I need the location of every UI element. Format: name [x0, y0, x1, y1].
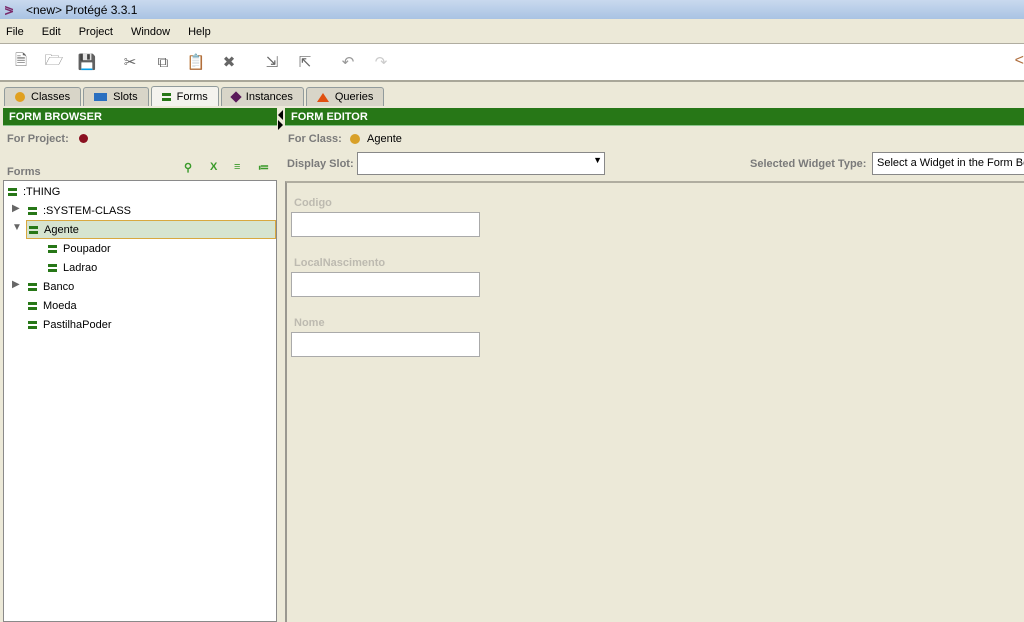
for-project-label: For Project: [7, 133, 69, 145]
undo-icon[interactable]: ↶ [337, 51, 359, 73]
class-icon [350, 134, 360, 144]
tree-item-thing[interactable]: :THING [8, 182, 60, 201]
form-editor-header: FORM EDITOR [285, 108, 1024, 126]
expand-arrow-icon[interactable]: ▶ [12, 279, 20, 290]
forms-label: Forms [7, 166, 41, 178]
remove-customizations-icon[interactable]: X [210, 161, 217, 173]
redo-icon[interactable]: ↷ [370, 51, 392, 73]
localnascimento-field[interactable] [291, 272, 480, 297]
menu-file[interactable]: File [6, 26, 24, 38]
nome-field[interactable] [291, 332, 480, 357]
widget-type-label: Selected Widget Type: [750, 158, 867, 170]
save-icon[interactable]: 💾 [76, 51, 98, 73]
chevron-down-icon: ▼ [593, 155, 602, 165]
for-class-value: Agente [367, 133, 402, 145]
field-label-codigo: Codigo [294, 197, 332, 209]
tree-item-system-class[interactable]: :SYSTEM-CLASS [28, 201, 131, 220]
slot-icon [94, 93, 108, 101]
form-tree: :THING ▶ :SYSTEM-CLASS ▼ Agente Poupador… [3, 180, 277, 622]
tree-item-ladrao[interactable]: Ladrao [48, 258, 97, 277]
form-browser-panel: FORM BROWSER For Project: Forms ⚲ X ≡ ≔ … [3, 108, 277, 622]
import-icon[interactable]: ⇲ [261, 51, 283, 73]
cut-icon[interactable]: ✂ [119, 51, 141, 73]
form-icon [8, 187, 17, 196]
toolbar: 🗎 🗁 💾 ✂ ⧉ 📋 ✖ ⇲ ⇱ ↶ ↷ < [0, 43, 1024, 82]
tab-forms[interactable]: Forms [150, 86, 219, 106]
menu-project[interactable]: Project [79, 26, 113, 38]
form-browser-header: FORM BROWSER [3, 108, 277, 126]
menu-help[interactable]: Help [188, 26, 211, 38]
form-icon [28, 282, 37, 291]
form-icon [48, 263, 57, 272]
tree-item-banco[interactable]: Banco [28, 277, 74, 296]
display-slot-select[interactable]: ▼ [357, 152, 605, 175]
widget-type-field: Select a Widget in the Form Be [872, 152, 1024, 175]
tree-item-poupador[interactable]: Poupador [48, 239, 111, 258]
instance-icon [230, 91, 242, 103]
tab-queries[interactable]: Queries [305, 87, 385, 106]
form-icon [28, 206, 37, 215]
form-icon [28, 301, 37, 310]
new-file-icon[interactable]: 🗎 [10, 51, 32, 73]
protege-diamond-icon: < [1014, 52, 1024, 69]
form-icon [29, 225, 38, 234]
menu-window[interactable]: Window [131, 26, 170, 38]
relayout-icon[interactable]: ≡ [234, 161, 240, 173]
menu-bar: File Edit Project Window Help [0, 20, 1024, 43]
form-icon [28, 320, 37, 329]
form-icon [161, 92, 171, 101]
tree-item-moeda[interactable]: Moeda [28, 296, 77, 315]
tab-bar: Classes Slots Forms Instances Queries [4, 86, 386, 106]
export-icon[interactable]: ⇱ [294, 51, 316, 73]
copy-icon[interactable]: ⧉ [152, 51, 174, 73]
find-form-icon[interactable]: ⚲ [184, 161, 192, 174]
collapse-arrow-icon[interactable]: ▼ [12, 222, 22, 233]
window-title: <new> Protégé 3.3.1 [26, 2, 138, 17]
field-label-localnascimento: LocalNascimento [294, 257, 386, 269]
tree-item-pastilhapoder[interactable]: PastilhaPoder [28, 315, 112, 334]
class-icon [15, 92, 25, 102]
title-bar: ⪖ <new> Protégé 3.3.1 [0, 0, 1024, 19]
protege-logo-icon: ⪖ [4, 2, 15, 17]
open-folder-icon[interactable]: 🗁 [43, 51, 65, 73]
tree-item-agente[interactable]: Agente [26, 220, 276, 239]
form-editor-panel: FORM EDITOR For Class: Agente Display Sl… [285, 108, 1024, 180]
delete-icon[interactable]: ✖ [218, 51, 240, 73]
project-icon [79, 134, 88, 143]
field-label-nome: Nome [294, 317, 325, 329]
paste-icon[interactable]: 📋 [185, 51, 207, 73]
form-canvas [285, 181, 1024, 622]
tab-instances[interactable]: Instances [220, 87, 304, 106]
for-class-label: For Class: [288, 133, 342, 145]
query-icon [316, 92, 329, 102]
tab-slots[interactable]: Slots [83, 87, 149, 106]
splitter-handle[interactable] [277, 108, 285, 622]
layout-like-icon[interactable]: ≔ [258, 161, 269, 174]
tab-classes[interactable]: Classes [4, 87, 82, 106]
codigo-field[interactable] [291, 212, 480, 237]
form-icon [48, 244, 57, 253]
menu-edit[interactable]: Edit [42, 26, 61, 38]
display-slot-label: Display Slot: [287, 158, 354, 170]
expand-arrow-icon[interactable]: ▶ [12, 203, 20, 214]
